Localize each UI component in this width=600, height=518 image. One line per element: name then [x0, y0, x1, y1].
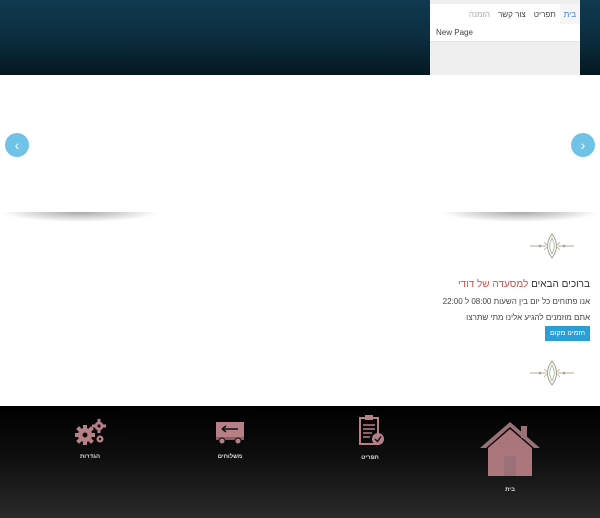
ornament-divider-icon	[530, 360, 574, 386]
slider-prev-button[interactable]: ‹	[5, 133, 29, 157]
slider-next-button[interactable]: ›	[571, 133, 595, 157]
welcome-prefix: ברוכים הבאים	[531, 279, 590, 290]
house-icon	[480, 422, 540, 476]
nav-dropdown: בית תפריט צור קשר הזמנה New Page	[430, 0, 580, 75]
gears-icon	[75, 419, 106, 445]
reserve-button[interactable]: הזמינו מקום	[545, 326, 590, 341]
invite-text: אתם מוזמנים להגיע אלינו מתי שתרצו	[466, 313, 590, 322]
settings-feature[interactable]: הגדרות	[68, 417, 112, 460]
nav-tab-order[interactable]: הזמנה	[465, 4, 494, 24]
nav-tab-home[interactable]: בית	[559, 4, 580, 24]
nav-tab-menu[interactable]: תפריט	[530, 4, 560, 24]
home-feature[interactable]: בית	[476, 418, 544, 493]
settings-label: הגדרות	[80, 454, 100, 460]
menu-label: תפריט	[361, 455, 379, 461]
image-slider	[0, 75, 600, 215]
delivery-feature[interactable]: משלוחים	[208, 417, 252, 460]
nav-tab-contact[interactable]: צור קשר	[494, 4, 530, 24]
chevron-right-icon: ›	[580, 137, 586, 153]
slider-shadow-right	[440, 212, 600, 222]
chevron-left-icon: ‹	[14, 137, 20, 153]
nav-submenu-item[interactable]: New Page	[430, 24, 580, 42]
delivery-label: משלוחים	[217, 454, 243, 460]
opening-hours: אנו פתוחים כל יום בין השעות 08:00 ל 22:0…	[442, 297, 590, 306]
welcome-section: ברוכים הבאים למסעדה של דודי	[290, 279, 590, 290]
ornament-divider-icon	[530, 233, 574, 259]
clipboard-check-icon	[359, 415, 384, 445]
home-label: בית	[505, 487, 515, 493]
menu-feature[interactable]: תפריט	[348, 414, 392, 461]
truck-icon	[216, 422, 244, 445]
slider-shadow-left	[0, 212, 160, 222]
restaurant-name: למסעדה של דודי	[457, 279, 529, 290]
nav-tabs: בית תפריט צור קשר הזמנה	[430, 4, 580, 24]
welcome-title: ברוכים הבאים למסעדה של דודי	[290, 279, 590, 290]
